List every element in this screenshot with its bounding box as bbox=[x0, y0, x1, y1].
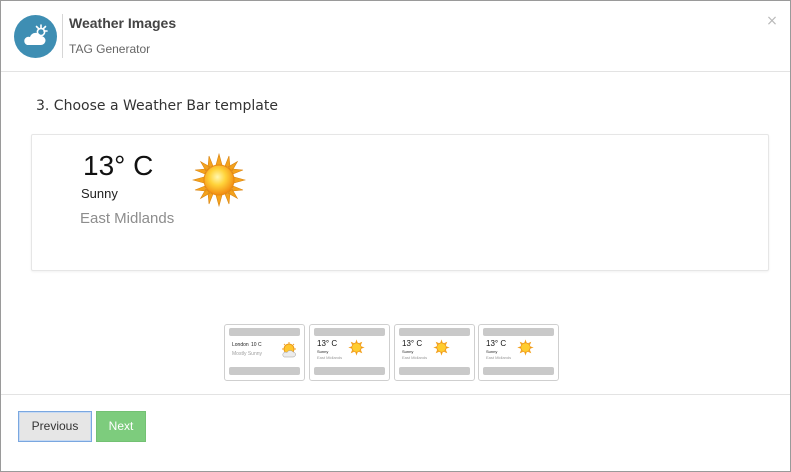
template-option-2[interactable]: 13° C Sunny East Midlands bbox=[309, 324, 390, 381]
template-option-1[interactable]: London 10 C Mostly Sunny bbox=[224, 324, 305, 381]
thumb-placeholder-bar bbox=[229, 367, 300, 375]
preview-location: East Midlands bbox=[80, 210, 175, 227]
thumb-location: East Midlands bbox=[402, 355, 428, 360]
sun-icon bbox=[517, 339, 534, 356]
step-title: 3. Choose a Weather Bar template bbox=[36, 98, 278, 114]
sun-icon bbox=[348, 339, 365, 356]
template-option-4[interactable]: 13° C Sunny East Midlands bbox=[478, 324, 559, 381]
app-logo bbox=[14, 15, 57, 58]
tag-generator-dialog: Weather Images TAG Generator × 3. Choose… bbox=[0, 0, 791, 472]
sun-cloud-icon bbox=[282, 342, 296, 358]
thumb-placeholder-bar bbox=[483, 328, 554, 336]
app-title: Weather Images bbox=[69, 15, 177, 31]
thumb-location: London bbox=[232, 342, 249, 348]
thumb-condition: Sunny bbox=[486, 349, 498, 354]
dialog-header: Weather Images TAG Generator × bbox=[1, 1, 790, 72]
thumb-condition: Sunny bbox=[402, 349, 414, 354]
template-option-3[interactable]: 13° C Sunny East Midlands bbox=[394, 324, 475, 381]
cloud-sun-icon bbox=[24, 24, 48, 45]
thumb-placeholder-bar bbox=[483, 367, 554, 375]
thumb-placeholder-bar bbox=[399, 367, 470, 375]
thumb-temperature: 13° C bbox=[317, 339, 338, 348]
sun-icon bbox=[433, 339, 450, 356]
thumb-temperature: 13° C bbox=[402, 339, 423, 348]
close-icon[interactable]: × bbox=[765, 13, 779, 29]
template-picker: London 10 C Mostly Sunny 13° C Sunny Eas bbox=[224, 324, 559, 381]
thumb-condition: Mostly Sunny bbox=[232, 351, 263, 357]
sun-icon bbox=[192, 153, 246, 207]
thumb-location: East Midlands bbox=[486, 355, 512, 360]
weather-bar-preview: 13° C Sunny East Midlands bbox=[31, 134, 769, 271]
preview-condition: Sunny bbox=[81, 186, 118, 201]
thumb-placeholder-bar bbox=[229, 328, 300, 336]
header-separator bbox=[62, 14, 63, 58]
thumb-placeholder-bar bbox=[399, 328, 470, 336]
app-subtitle: TAG Generator bbox=[69, 42, 151, 56]
thumb-placeholder-bar bbox=[314, 328, 385, 336]
next-button[interactable]: Next bbox=[96, 411, 146, 442]
previous-button[interactable]: Previous bbox=[18, 411, 92, 442]
thumb-placeholder-bar bbox=[314, 367, 385, 375]
thumb-condition: Sunny bbox=[317, 349, 329, 354]
thumb-temperature: 10 C bbox=[251, 342, 262, 348]
footer-divider bbox=[1, 394, 790, 395]
preview-temperature: 13° C bbox=[83, 150, 154, 181]
thumb-location: East Midlands bbox=[317, 355, 343, 360]
thumb-temperature: 13° C bbox=[486, 339, 507, 348]
